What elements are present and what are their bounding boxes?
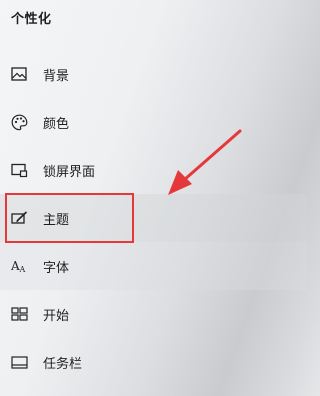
annotation-highlight-box [5,193,134,243]
nav-item-fonts[interactable]: A A 字体 [0,242,307,290]
page-title: 个性化 [11,12,52,27]
nav-item-label: 字体 [43,260,70,276]
lock-screen-icon [10,161,28,179]
nav-item-label: 锁屏界面 [43,164,96,180]
nav-item-label: 任务栏 [43,356,83,372]
svg-text:A: A [18,265,25,274]
nav-item-label: 背景 [43,68,70,84]
nav-item-background[interactable]: 背景 [0,50,307,98]
nav-item-taskbar[interactable]: 任务栏 [0,338,307,386]
nav-item-lock-screen[interactable]: 锁屏界面 [0,146,307,194]
image-icon [10,65,28,83]
nav-item-start[interactable]: 开始 [0,290,307,338]
nav-item-colors[interactable]: 颜色 [0,98,307,146]
start-tiles-icon [10,305,28,323]
taskbar-icon [10,353,28,371]
font-icon: A A [10,257,28,275]
nav-item-label: 颜色 [43,116,70,132]
palette-icon [10,113,28,131]
nav-item-label: 开始 [43,308,70,324]
